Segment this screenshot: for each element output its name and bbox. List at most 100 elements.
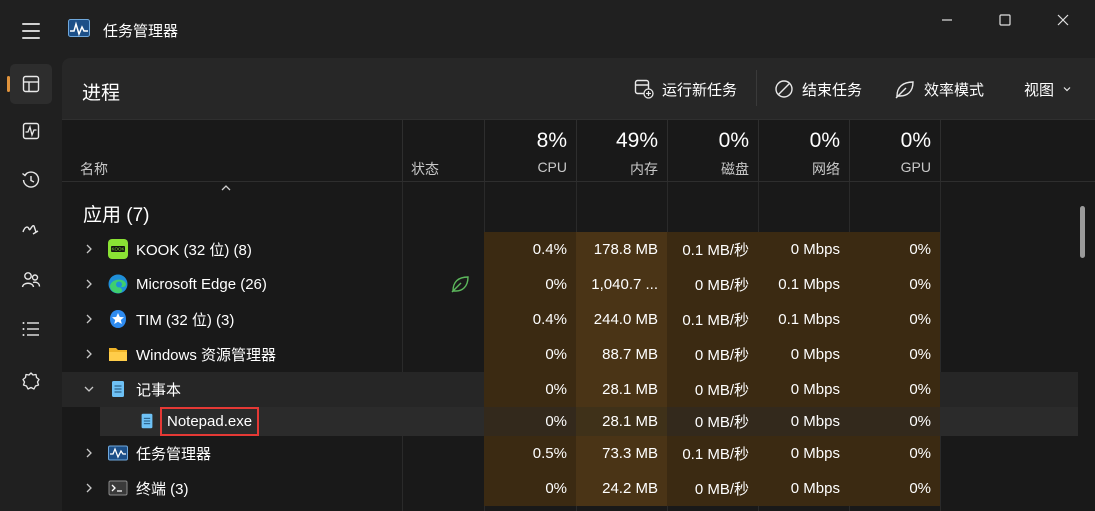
nav-services[interactable]	[10, 361, 52, 401]
memory-cell: 28.1 MB	[576, 407, 667, 436]
column-divider	[940, 120, 941, 182]
run-new-task-icon	[634, 79, 654, 99]
column-header: 名称 状态 8% CPU 49% 内存 0% 磁盘 0% 网络 0% GPU	[62, 120, 1095, 191]
column-cpu[interactable]: 8% CPU	[484, 120, 576, 182]
cpu-cell: 0%	[484, 471, 576, 506]
page-title: 进程	[82, 83, 121, 104]
network-cell: 0 Mbps	[758, 471, 849, 506]
gpu-cell: 0%	[849, 232, 940, 267]
app-history-icon	[22, 171, 40, 188]
startup-apps-icon	[22, 224, 39, 235]
process-name: 记事本	[136, 382, 182, 399]
nav-startup-apps[interactable]	[10, 210, 52, 250]
column-network[interactable]: 0% 网络	[758, 120, 849, 182]
efficiency-leaf-icon	[451, 276, 469, 293]
gpu-cell: 0%	[849, 471, 940, 506]
nav-rail	[0, 58, 62, 511]
process-name: Windows 资源管理器	[136, 347, 277, 364]
network-label: 网络	[812, 161, 840, 177]
disk-cell: 0 MB/秒	[667, 267, 758, 302]
column-status[interactable]: 状态	[402, 120, 484, 182]
disk-label: 磁盘	[721, 161, 749, 177]
task-manager-app-icon	[68, 19, 90, 37]
run-new-task-label: 运行新任务	[662, 81, 738, 99]
view-dropdown[interactable]: 视图	[1024, 74, 1072, 104]
table-row[interactable]: 记事本 0% 28.1 MB 0 MB/秒 0 Mbps 0%	[62, 372, 1078, 407]
chevron-right-icon[interactable]	[82, 242, 96, 256]
close-button[interactable]	[1040, 0, 1086, 40]
chevron-right-icon[interactable]	[82, 312, 96, 326]
title-bar: 任务管理器	[0, 0, 1095, 58]
disk-cell: 0.1 MB/秒	[667, 436, 758, 471]
table-row-child[interactable]: Notepad.exe 0% 28.1 MB 0 MB/秒 0 Mbps 0%	[100, 407, 1078, 436]
process-name: KOOK (32 位) (8)	[136, 242, 252, 259]
memory-label: 内存	[630, 161, 658, 177]
edge-icon	[108, 274, 128, 294]
column-memory[interactable]: 49% 内存	[576, 120, 667, 182]
nav-details[interactable]	[10, 309, 52, 349]
table-row[interactable]: TIM (32 位) (3) 0.4% 244.0 MB 0.1 MB/秒 0.…	[62, 302, 1078, 337]
memory-cell: 88.7 MB	[576, 337, 667, 372]
cpu-cell: 0%	[484, 337, 576, 372]
gpu-cell: 0%	[849, 302, 940, 337]
memory-cell: 24.2 MB	[576, 471, 667, 506]
chevron-right-icon[interactable]	[82, 481, 96, 495]
end-task-button[interactable]: 结束任务	[774, 74, 862, 104]
column-disk[interactable]: 0% 磁盘	[667, 120, 758, 182]
vertical-scrollbar[interactable]	[1080, 206, 1085, 258]
folder-icon	[109, 348, 127, 361]
network-total: 0%	[809, 129, 840, 152]
disk-cell: 0.1 MB/秒	[667, 232, 758, 267]
cpu-cell: 0%	[484, 372, 576, 407]
main-panel: 进程 运行新任务 结束任务 效率模式 视图 名称 状态 8% CPU 49% 内…	[62, 58, 1095, 511]
table-row[interactable]: Microsoft Edge (26) 0% 1,040.7 ... 0 MB/…	[62, 267, 1078, 302]
notepad-icon	[141, 413, 153, 429]
cpu-cell: 0%	[484, 407, 576, 436]
processes-icon	[22, 75, 40, 93]
network-cell: 0 Mbps	[758, 232, 849, 267]
chevron-down-icon[interactable]	[82, 382, 96, 396]
minimize-button[interactable]	[924, 0, 970, 40]
nav-app-history[interactable]	[10, 160, 52, 200]
memory-cell: 1,040.7 ...	[576, 267, 667, 302]
kook-icon: KOOK	[108, 239, 128, 259]
gpu-cell: 0%	[849, 372, 940, 407]
process-name: 任务管理器	[136, 446, 212, 463]
cpu-cell: 0.4%	[484, 302, 576, 337]
users-icon	[21, 272, 41, 288]
chevron-right-icon[interactable]	[82, 446, 96, 460]
process-name: Notepad.exe	[160, 407, 260, 436]
chevron-right-icon[interactable]	[82, 277, 96, 291]
nav-users[interactable]	[10, 260, 52, 300]
chevron-right-icon[interactable]	[82, 347, 96, 361]
network-cell: 0.1 Mbps	[758, 267, 849, 302]
notepad-icon	[112, 381, 124, 397]
details-icon	[22, 322, 39, 336]
command-bar: 进程 运行新任务 结束任务 效率模式 视图	[62, 58, 1095, 120]
disk-cell: 0 MB/秒	[667, 471, 758, 506]
maximize-button[interactable]	[982, 0, 1028, 40]
tim-icon	[110, 310, 126, 328]
network-cell: 0 Mbps	[758, 337, 849, 372]
memory-cell: 73.3 MB	[576, 436, 667, 471]
svg-text:KOOK: KOOK	[111, 247, 124, 252]
table-row[interactable]: 终端 (3) 0% 24.2 MB 0 MB/秒 0 Mbps 0%	[62, 471, 1078, 506]
network-cell: 0 Mbps	[758, 436, 849, 471]
run-new-task-button[interactable]: 运行新任务	[634, 74, 737, 104]
process-name: Microsoft Edge (26)	[136, 276, 267, 293]
cpu-cell: 0.5%	[484, 436, 576, 471]
column-gpu[interactable]: 0% GPU	[849, 120, 940, 182]
table-row[interactable]: 任务管理器 0.5% 73.3 MB 0.1 MB/秒 0 Mbps 0%	[62, 436, 1078, 471]
cpu-cell: 0%	[484, 267, 576, 302]
table-row[interactable]: KOOK KOOK (32 位) (8) 0.4% 178.8 MB 0.1 M…	[62, 232, 1078, 267]
efficiency-mode-label: 效率模式	[924, 81, 985, 99]
nav-performance[interactable]	[10, 111, 52, 151]
network-cell: 0 Mbps	[758, 372, 849, 407]
hamburger-menu-icon[interactable]	[12, 14, 50, 48]
table-row[interactable]: Windows 资源管理器 0% 88.7 MB 0 MB/秒 0 Mbps 0…	[62, 337, 1078, 372]
nav-processes[interactable]	[7, 64, 52, 104]
column-name[interactable]: 名称	[80, 159, 108, 179]
gpu-cell: 0%	[849, 407, 940, 436]
efficiency-mode-button[interactable]: 效率模式	[894, 74, 984, 104]
services-icon	[22, 372, 40, 390]
